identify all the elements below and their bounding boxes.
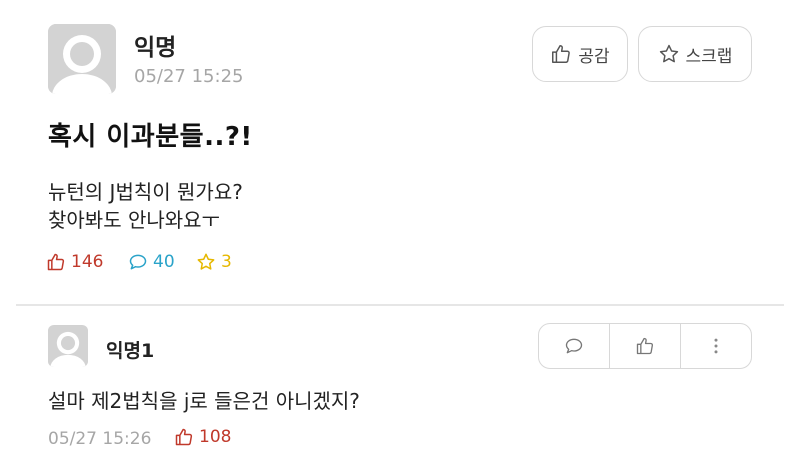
scrap-count-value: 3 [221,252,232,272]
thumbs-up-icon [636,337,654,355]
comment-like-button[interactable] [610,324,681,368]
vertical-dots-icon [714,338,718,354]
post-scrap-count: 3 [196,252,232,272]
comment-author-avatar [48,325,88,367]
scrap-button-label: 스크랩 [685,46,733,67]
comment-reply-button[interactable] [539,324,610,368]
post-title: 혹시 이과분들..?! [48,122,253,152]
default-avatar-icon [48,325,88,367]
thumbs-up-icon [552,45,571,63]
post-like-count: 146 [46,252,103,272]
comment-count-value: 40 [153,252,175,272]
comment-like-value: 108 [199,427,232,447]
like-button-label: 공감 [578,46,610,67]
thumbs-up-icon [175,428,193,446]
scrap-button[interactable]: 스크랩 [638,26,752,82]
post-timestamp: 05/27 15:25 [134,66,244,87]
thumbs-up-icon [47,253,65,271]
comment-like-count: 108 [174,427,231,447]
post-body-line: 뉴턴의 J법칙이 뭔가요? [48,180,243,204]
like-button[interactable]: 공감 [532,26,628,82]
section-divider [16,304,784,306]
post-author-name: 익명 [134,35,177,61]
like-count-value: 146 [71,252,104,272]
comment-timestamp: 05/27 15:26 [48,429,152,449]
speech-bubble-icon [129,254,147,270]
post-body-line: 찾아봐도 안나와요ㅜ [48,208,220,232]
comment-author-name: 익명1 [106,340,155,362]
post-comment-count: 40 [128,252,175,272]
post-author-avatar [48,24,116,94]
default-avatar-icon [48,24,116,94]
speech-bubble-icon [565,338,583,354]
comment-actions [538,323,752,369]
comment-more-button[interactable] [681,324,751,368]
star-icon [659,44,678,63]
comment-text: 설마 제2법칙을 j로 들은건 아니겠지? [48,389,360,413]
star-icon [197,253,215,270]
